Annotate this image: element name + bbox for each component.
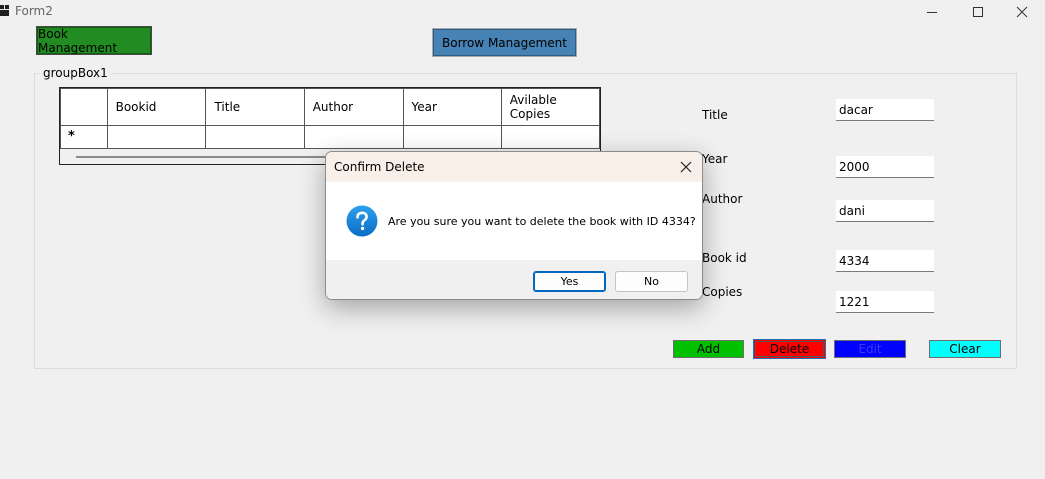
question-icon: [346, 205, 378, 237]
close-button[interactable]: [999, 0, 1045, 24]
column-header-title[interactable]: Title: [205, 88, 305, 126]
copies-input[interactable]: 1221: [836, 291, 934, 313]
table-cell[interactable]: [303, 125, 404, 149]
copies-label: Copies: [702, 285, 743, 299]
borrow-management-button[interactable]: Borrow Management: [432, 28, 577, 57]
table-cell[interactable]: [106, 125, 207, 149]
grid-header-row: Bookid Title Author Year Avilable Copies: [60, 88, 601, 126]
add-button[interactable]: Add: [673, 340, 744, 358]
minimize-icon: [927, 12, 937, 13]
groupbox-label: groupBox1: [40, 66, 111, 80]
dialog-message: Are you sure you want to delete the book…: [388, 215, 696, 228]
table-cell[interactable]: [402, 125, 502, 149]
author-label: Author: [702, 192, 743, 206]
table-cell[interactable]: [205, 125, 305, 149]
yes-button[interactable]: Yes: [533, 271, 606, 292]
book-management-button[interactable]: Book Management: [36, 26, 152, 55]
bookid-label: Book id: [702, 251, 747, 265]
dialog-title: Confirm Delete: [334, 160, 425, 174]
title-input[interactable]: dacar: [836, 99, 934, 121]
table-cell[interactable]: [500, 125, 601, 149]
year-input[interactable]: 2000: [836, 156, 934, 178]
clear-button[interactable]: Clear: [929, 340, 1001, 358]
column-header-year[interactable]: Year: [402, 88, 502, 126]
close-icon: [1016, 6, 1028, 18]
confirm-delete-dialog: Confirm Delete Are you sure you want to …: [325, 151, 703, 300]
no-button[interactable]: No: [615, 271, 688, 292]
close-icon: [680, 161, 692, 173]
horizontal-scrollbar[interactable]: [76, 156, 326, 158]
column-header-author[interactable]: Author: [303, 88, 404, 126]
maximize-button[interactable]: [955, 0, 1001, 24]
edit-button[interactable]: Edit: [834, 340, 906, 358]
dialog-close-button[interactable]: [678, 159, 694, 175]
dialog-titlebar: Confirm Delete: [326, 152, 702, 182]
window-titlebar: Form2: [0, 0, 1045, 24]
column-header-available-copies[interactable]: Avilable Copies: [500, 88, 601, 126]
window-title: Form2: [15, 4, 53, 18]
column-header-bookid[interactable]: Bookid: [106, 88, 207, 126]
new-row-marker[interactable]: *: [60, 125, 108, 149]
title-label: Title: [702, 108, 728, 122]
minimize-button[interactable]: [909, 0, 955, 24]
dialog-body: Are you sure you want to delete the book…: [326, 182, 702, 260]
delete-button[interactable]: Delete: [753, 339, 826, 359]
year-label: Year: [702, 152, 728, 166]
maximize-icon: [973, 7, 983, 17]
author-input[interactable]: dani: [836, 200, 934, 222]
table-row[interactable]: *: [60, 125, 601, 149]
grid-corner-header[interactable]: [60, 88, 108, 126]
bookid-input[interactable]: 4334: [836, 250, 934, 272]
dialog-footer: Yes No: [326, 260, 702, 299]
app-icon: [0, 5, 9, 16]
